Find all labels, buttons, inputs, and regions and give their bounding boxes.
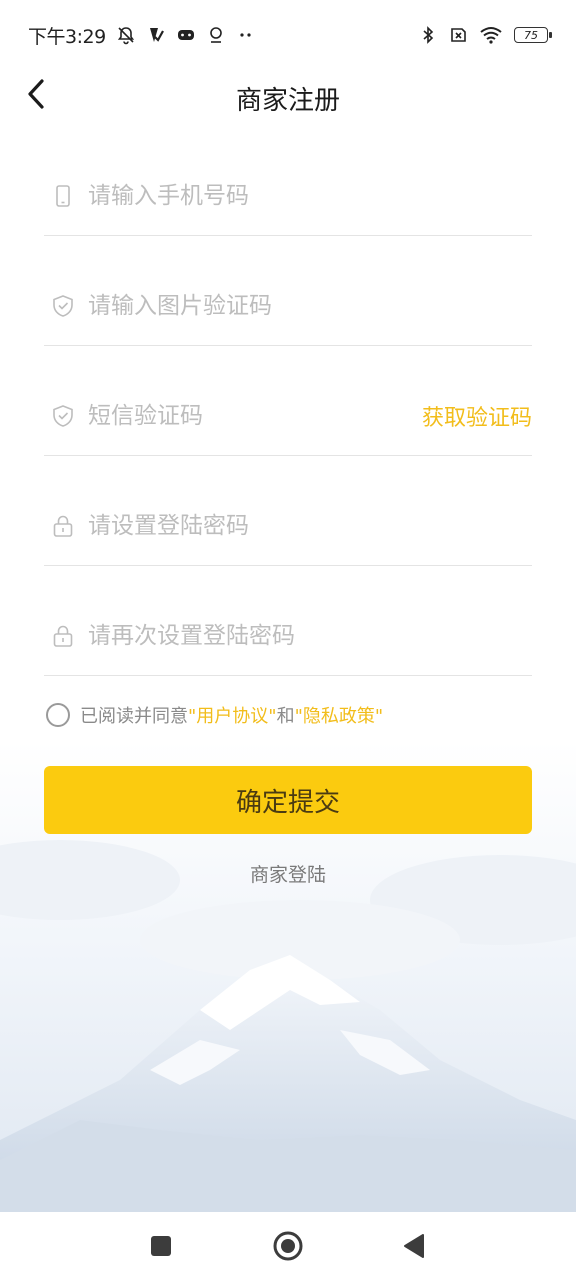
home-button[interactable]: [270, 1228, 306, 1264]
gamepad-icon: [177, 30, 194, 40]
sms-code-input[interactable]: [88, 396, 422, 436]
status-right: 75: [418, 25, 552, 45]
recents-button[interactable]: [143, 1228, 179, 1264]
password-input[interactable]: [88, 506, 532, 546]
password-confirm-input[interactable]: [88, 616, 532, 656]
page-title: 商家注册: [235, 86, 340, 116]
status-bar: 下午3:29 75: [0, 0, 576, 70]
privacy-policy-link[interactable]: "隐私政策": [295, 702, 384, 728]
agreement-prefix: 已阅读并同意: [80, 706, 188, 727]
nav-back-button[interactable]: [396, 1228, 432, 1264]
image-captcha-input[interactable]: [88, 286, 532, 326]
sms-code-field: 获取验证码: [44, 346, 532, 456]
circle-home-icon: [273, 1231, 303, 1261]
submit-button[interactable]: 确定提交: [44, 766, 532, 834]
check-app-icon: [149, 28, 164, 42]
merchant-login-link[interactable]: 商家登陆: [0, 860, 576, 887]
password-field: [44, 456, 532, 566]
status-time: 下午3:29: [28, 25, 106, 48]
agreement-conjunction: 和: [276, 706, 295, 727]
password-confirm-field: [44, 566, 532, 676]
user-agreement-link[interactable]: "用户协议": [188, 702, 277, 728]
square-icon: [151, 1236, 171, 1256]
agreement-checkbox[interactable]: [46, 703, 70, 727]
more-dots-icon: [240, 33, 251, 37]
phone-input[interactable]: [88, 176, 532, 216]
phone-field: [44, 146, 532, 236]
battery-indicator: 75: [514, 27, 552, 43]
triangle-back-icon: [404, 1234, 424, 1258]
image-captcha-field: [44, 236, 532, 346]
shield-check-icon: [53, 295, 73, 317]
register-form: 获取验证码: [44, 146, 532, 676]
no-sim-icon: [451, 28, 466, 42]
wifi-icon: [480, 27, 502, 44]
location-icon: [209, 27, 222, 43]
shield-check-icon: [53, 405, 73, 427]
phone-icon: [56, 185, 70, 207]
get-code-button[interactable]: 获取验证码: [422, 400, 532, 432]
bluetooth-icon: [423, 26, 434, 44]
lock-icon: [53, 625, 73, 647]
agreement-row: 已阅读并同意 "用户协议" 和 "隐私政策": [44, 700, 544, 730]
header: 商家注册: [0, 70, 576, 122]
mute-bell-icon: [117, 27, 134, 45]
status-left: 下午3:29: [28, 22, 256, 49]
lock-icon: [53, 515, 73, 537]
system-nav-bar: [0, 1212, 576, 1280]
